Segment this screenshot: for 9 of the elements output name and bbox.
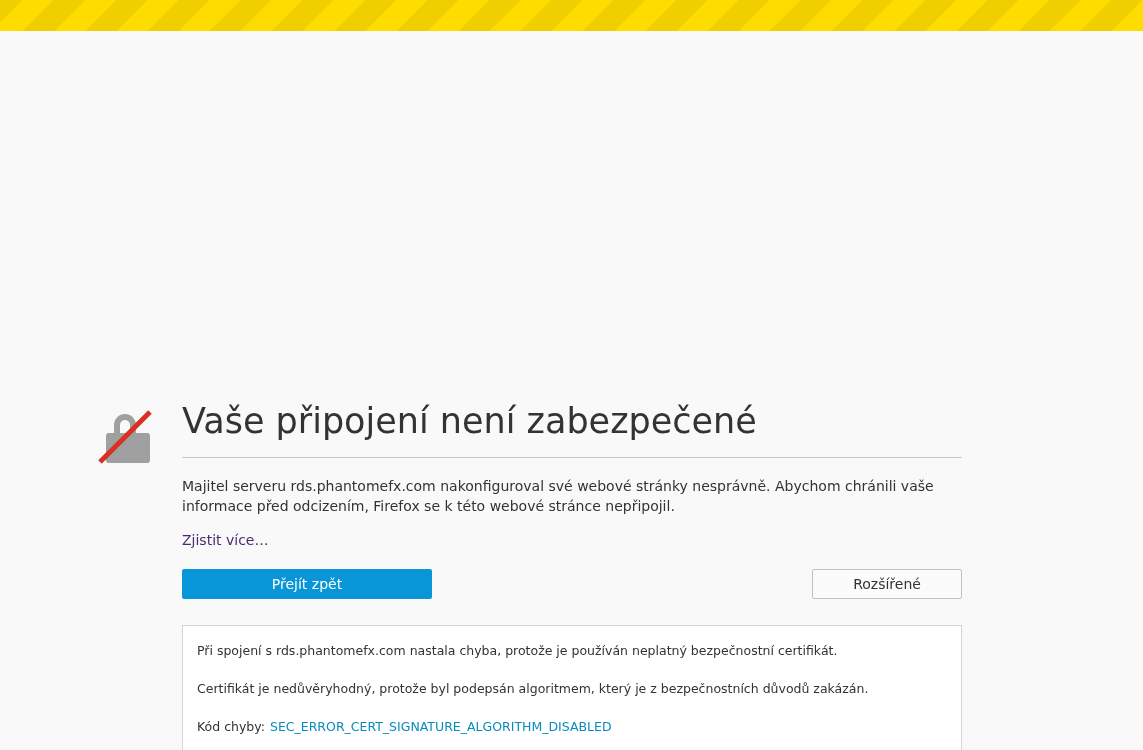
- details-text: Certifikát je nedůvěryhodný, protože byl podepsán algoritmem, který je z bezpečnostních důvodů zakázán.: [197, 680, 870, 698]
- advanced-button[interactable]: Rozšířené: [812, 569, 962, 599]
- details-text: Při spojení s rds.phantomefx.com nastala chyba, protože je používán neplatný bezpečnostní certifikát.: [197, 642, 839, 660]
- page-title: Vaše připojení není zabezpečené: [182, 399, 962, 458]
- learn-more-link[interactable]: Zjistit více…: [182, 530, 269, 551]
- broken-lock-icon: [96, 407, 154, 465]
- description-text: Majitel serveru rds.phantomefx.com nakonfiguroval své webové stránky nesprávně. Abychom chránili vaše informace před odcizením, Firefox se k této webové stránce nepřipojil.: [182, 477, 935, 516]
- error-code-link[interactable]: SEC_ERROR_CERT_SIGNATURE_ALGORITHM_DISABLED: [269, 718, 612, 736]
- error-code-label: Kód chyby:: [197, 718, 265, 736]
